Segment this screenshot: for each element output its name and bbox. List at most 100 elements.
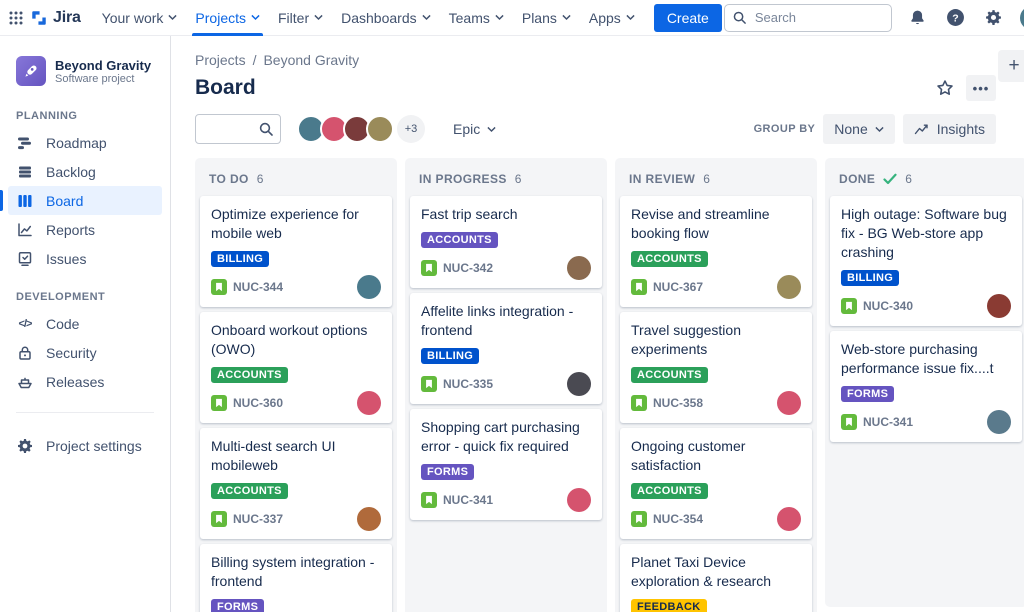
assignee-avatar[interactable] (987, 410, 1011, 434)
card-footer: NUC-358 (631, 391, 801, 415)
app-switcher-icon[interactable] (8, 4, 24, 32)
primary-nav: Your work Projects Filter Dashboards Tea… (93, 0, 644, 36)
card-title: Shopping cart purchasing error - quick f… (421, 419, 580, 454)
card-title: High outage: Software bug fix - BG Web-s… (841, 206, 1007, 260)
sidebar-item-security[interactable]: Security (8, 338, 162, 367)
issue-card[interactable]: Multi-dest search UI mobileweb ACCOUNTS … (200, 428, 392, 539)
assignee-avatar[interactable] (567, 256, 591, 280)
breadcrumb-project-name[interactable]: Beyond Gravity (263, 52, 359, 68)
sidebar-item-board[interactable]: Board (0, 186, 162, 215)
breadcrumb-projects[interactable]: Projects (195, 52, 246, 68)
nav-label: Dashboards (341, 9, 417, 26)
issue-card[interactable]: Ongoing customer satisfaction ACCOUNTS N… (620, 428, 812, 539)
notifications-bell-icon[interactable] (906, 6, 930, 30)
issue-card[interactable]: Affelite links integration - frontend BI… (410, 293, 602, 404)
group-by-dropdown[interactable]: None (823, 114, 895, 144)
card-title: Billing system integration - frontend (211, 554, 375, 589)
card-label: FORMS (211, 599, 265, 612)
more-avatars-chip[interactable]: +3 (397, 115, 425, 143)
card-key: NUC-340 (863, 299, 914, 313)
story-type-icon (211, 279, 227, 295)
chevron-down-icon (422, 14, 431, 21)
issue-card[interactable]: High outage: Software bug fix - BG Web-s… (830, 196, 1022, 326)
chevron-down-icon (314, 14, 323, 21)
sidebar-item-roadmap[interactable]: Roadmap (8, 128, 162, 157)
settings-gear-icon[interactable] (982, 6, 1006, 30)
card-key: NUC-341 (443, 493, 494, 507)
column-header: TO DO 6 (195, 158, 397, 196)
nav-label: Apps (588, 9, 621, 26)
star-icon[interactable] (930, 75, 960, 101)
board-column: IN PROGRESS 6 Fast trip search ACCOUNTS … (405, 158, 607, 612)
assignee-avatar[interactable] (357, 275, 381, 299)
code-icon: </> (18, 317, 33, 330)
assignee-avatar[interactable] (357, 391, 381, 415)
issue-card[interactable]: Fast trip search ACCOUNTS NUC-342 (410, 196, 602, 288)
add-column-button[interactable]: + (998, 50, 1024, 82)
story-type-icon (421, 376, 437, 392)
sidebar-item-code[interactable]: </> Code (8, 309, 162, 338)
sidebar-item-issues[interactable]: Issues (8, 244, 162, 273)
svg-text:?: ? (953, 12, 959, 24)
nav-your-work[interactable]: Your work (93, 0, 187, 36)
nav-projects[interactable]: Projects (186, 0, 269, 36)
topnav-right: ? (723, 3, 1024, 32)
nav-plans[interactable]: Plans (513, 0, 580, 36)
issue-card[interactable]: Shopping cart purchasing error - quick f… (410, 409, 602, 520)
nav-filter[interactable]: Filter (269, 0, 332, 36)
card-list: Revise and streamline booking flow ACCOU… (615, 196, 817, 612)
assignee-avatar[interactable] (357, 507, 381, 531)
issue-card[interactable]: Travel suggestion experiments ACCOUNTS N… (620, 312, 812, 423)
issue-card[interactable]: Billing system integration - frontend FO… (200, 544, 392, 612)
help-icon[interactable]: ? (944, 6, 968, 30)
issue-card[interactable]: Onboard workout options (OWO) ACCOUNTS N… (200, 312, 392, 423)
epic-filter-dropdown[interactable]: Epic (447, 116, 502, 142)
sidebar-item-backlog[interactable]: Backlog (8, 157, 162, 186)
card-key: NUC-360 (233, 396, 284, 410)
more-menu-button[interactable]: ••• (966, 75, 996, 101)
insights-button[interactable]: Insights (902, 114, 996, 144)
sidebar-item-project-settings[interactable]: Project settings (8, 431, 162, 460)
issue-card[interactable]: Web-store purchasing performance issue f… (830, 331, 1022, 442)
issue-card[interactable]: Revise and streamline booking flow ACCOU… (620, 196, 812, 307)
assignee-avatar[interactable] (777, 391, 801, 415)
global-search-input[interactable] (723, 3, 892, 32)
assignee-avatar[interactable] (987, 294, 1011, 318)
assignee-avatar[interactable] (567, 372, 591, 396)
nav-apps[interactable]: Apps (580, 0, 644, 36)
assignee-avatar[interactable] (777, 507, 801, 531)
user-avatar[interactable] (1019, 5, 1024, 30)
card-footer: NUC-344 (211, 275, 381, 299)
card-footer: NUC-354 (631, 507, 801, 531)
nav-label: Filter (278, 9, 310, 26)
sidebar-item-label: Project settings (46, 437, 142, 454)
card-key: NUC-367 (653, 280, 704, 294)
sidebar-item-label: Roadmap (46, 134, 107, 151)
sidebar-item-releases[interactable]: Releases (8, 367, 162, 396)
sidebar-item-reports[interactable]: Reports (8, 215, 162, 244)
story-type-icon (421, 260, 437, 276)
nav-dashboards[interactable]: Dashboards (332, 0, 440, 36)
issue-card[interactable]: Planet Taxi Device exploration & researc… (620, 544, 812, 612)
jira-logo-text: Jira (53, 8, 81, 26)
column-header: IN REVIEW 6 (615, 158, 817, 196)
create-button[interactable]: Create (653, 3, 722, 32)
nav-teams[interactable]: Teams (440, 0, 513, 36)
card-key: NUC-341 (863, 415, 914, 429)
card-key: NUC-354 (653, 512, 704, 526)
assignee-avatar[interactable] (777, 275, 801, 299)
nav-label: Projects (195, 9, 246, 26)
card-title: Travel suggestion experiments (631, 322, 741, 357)
card-key: NUC-335 (443, 377, 494, 391)
assignee-avatar[interactable] (366, 115, 394, 143)
card-footer: NUC-360 (211, 391, 381, 415)
project-header[interactable]: Beyond Gravity Software project (8, 54, 162, 92)
reports-icon (16, 222, 34, 238)
issue-card[interactable]: Optimize experience for mobile web BILLI… (200, 196, 392, 307)
card-list: Fast trip search ACCOUNTS NUC-342 Affeli… (405, 196, 607, 525)
jira-logo[interactable]: Jira (26, 9, 91, 27)
card-title: Ongoing customer satisfaction (631, 438, 746, 473)
card-footer: NUC-340 (841, 294, 1011, 318)
insights-label: Insights (936, 121, 985, 137)
assignee-avatar[interactable] (567, 488, 591, 512)
